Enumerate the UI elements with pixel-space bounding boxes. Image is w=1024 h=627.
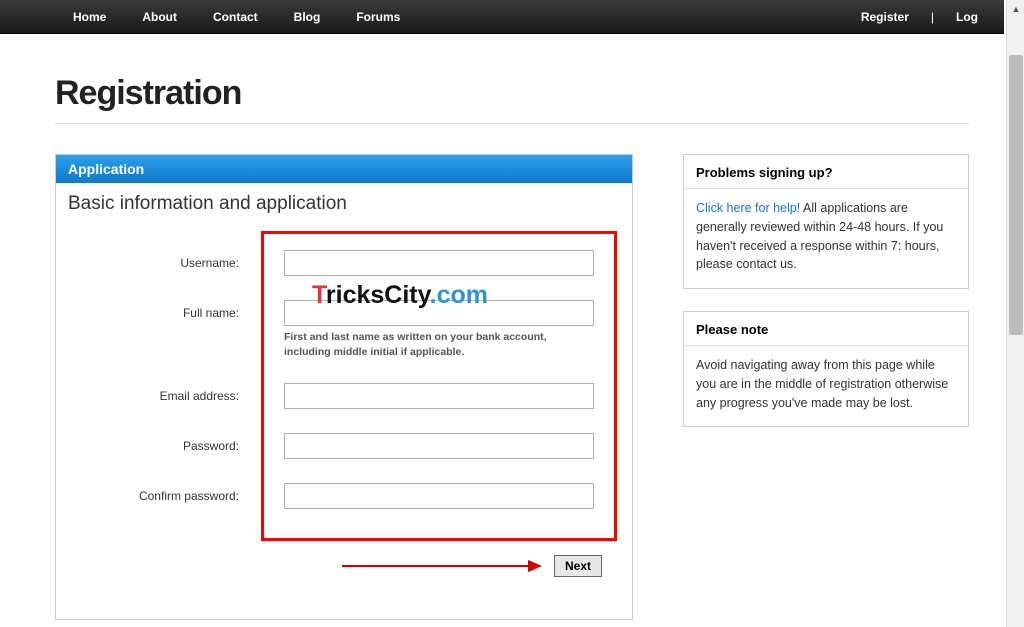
- form-row-email: Email address:: [284, 383, 594, 409]
- title-underline: [55, 123, 969, 124]
- fullname-hint: First and last name as written on your b…: [284, 330, 594, 359]
- form-row-confirm: Confirm password:: [284, 483, 594, 509]
- nav-home[interactable]: Home: [55, 0, 124, 34]
- nav-login[interactable]: Log: [938, 0, 996, 34]
- sidebar-box-problems-title: Problems signing up?: [684, 155, 968, 189]
- highlight-box: Username: Full name: First and last name…: [261, 231, 617, 541]
- sidebar-box-note: Please note Avoid navigating away from t…: [683, 311, 969, 427]
- scroll-up-icon[interactable]: ▲: [1007, 0, 1024, 18]
- form-row-fullname: Full name: First and last name as writte…: [284, 300, 594, 359]
- nav-right: Register | Log: [843, 0, 1004, 34]
- scroll-thumb[interactable]: [1009, 55, 1023, 335]
- nav-about[interactable]: About: [124, 0, 195, 34]
- fullname-label: Full name:: [89, 300, 259, 320]
- sidebar-box-note-title: Please note: [684, 312, 968, 346]
- sidebar-box-problems-body: Click here for help! All applications ar…: [684, 189, 968, 288]
- side-column: Problems signing up? Click here for help…: [683, 154, 969, 620]
- fullname-input[interactable]: [284, 300, 594, 326]
- confirm-password-input[interactable]: [284, 483, 594, 509]
- nav-blog[interactable]: Blog: [276, 0, 339, 34]
- action-row: Next: [66, 541, 622, 589]
- sidebar-box-note-body: Avoid navigating away from this page whi…: [684, 346, 968, 426]
- nav-left: Home About Contact Blog Forums: [0, 0, 418, 34]
- password-input[interactable]: [284, 433, 594, 459]
- form-row-username: Username:: [284, 250, 594, 276]
- nav-divider: |: [927, 10, 938, 24]
- panel-header: Application: [56, 155, 632, 183]
- nav-forums[interactable]: Forums: [338, 0, 418, 34]
- email-label: Email address:: [89, 383, 259, 403]
- confirm-label: Confirm password:: [89, 483, 259, 503]
- nav-contact[interactable]: Contact: [195, 0, 276, 34]
- username-label: Username:: [89, 250, 259, 270]
- layout: Application Basic information and applic…: [0, 154, 1024, 620]
- help-link[interactable]: Click here for help!: [696, 201, 800, 215]
- username-input[interactable]: [284, 250, 594, 276]
- next-button[interactable]: Next: [554, 555, 602, 577]
- form-row-password: Password:: [284, 433, 594, 459]
- email-input[interactable]: [284, 383, 594, 409]
- page-title: Registration: [0, 34, 1024, 123]
- form-area: Username: Full name: First and last name…: [56, 231, 632, 619]
- top-nav: Home About Contact Blog Forums Register …: [0, 0, 1004, 34]
- scrollbar[interactable]: ▲: [1006, 0, 1024, 627]
- section-title: Basic information and application: [56, 183, 632, 231]
- password-label: Password:: [89, 433, 259, 453]
- sidebar-box-problems: Problems signing up? Click here for help…: [683, 154, 969, 289]
- main-column: Application Basic information and applic…: [55, 154, 633, 620]
- nav-register[interactable]: Register: [843, 0, 927, 34]
- arrow-right-icon: [342, 559, 542, 573]
